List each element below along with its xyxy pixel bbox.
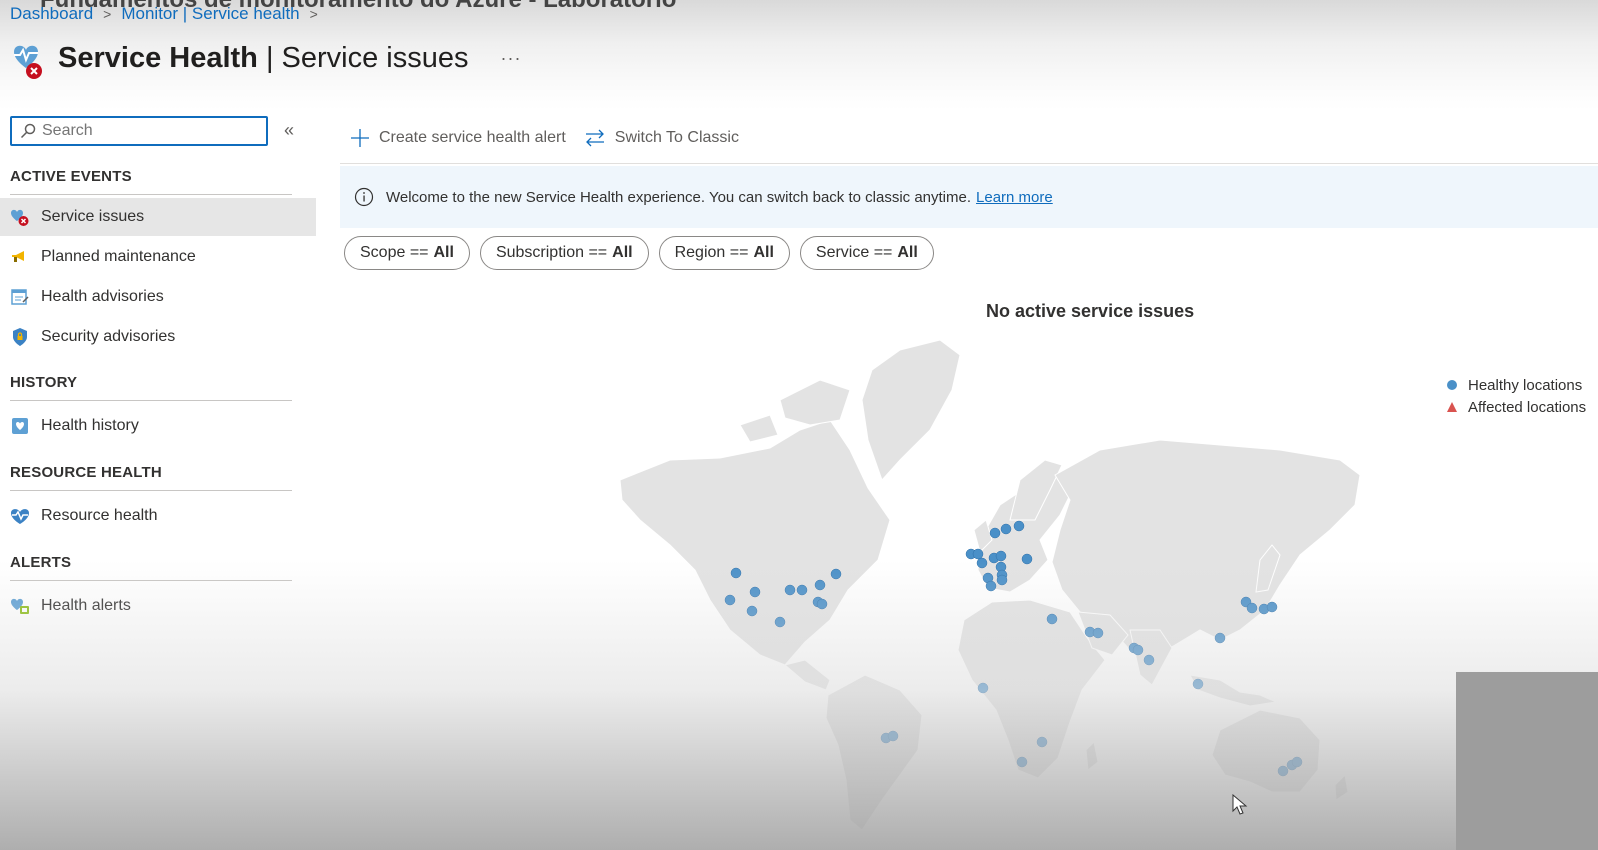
divider — [10, 400, 292, 401]
collapse-sidebar-button[interactable]: « — [284, 120, 294, 141]
page-header: Service Health | Service issues ··· — [10, 38, 522, 79]
sidebar-item-label: Health advisories — [41, 288, 164, 305]
search-input[interactable] — [42, 122, 242, 140]
divider — [10, 580, 292, 581]
banner-text: Welcome to the new Service Health experi… — [386, 188, 972, 206]
service-issues-icon — [10, 207, 30, 227]
affected-triangle-icon — [1447, 402, 1457, 412]
region-filter[interactable]: Region == All — [658, 236, 790, 270]
sidebar-item-planned-maintenance[interactable]: Planned maintenance — [0, 238, 316, 276]
section-heading-alerts: ALERTS — [10, 554, 72, 571]
sidebar-item-health-history[interactable]: Health history — [0, 407, 316, 445]
chevron-right-icon: > — [103, 6, 112, 22]
page-title: Service Health | Service issues — [58, 41, 469, 74]
world-map — [619, 339, 1361, 831]
health-alerts-icon — [10, 596, 30, 616]
heart-calendar-icon — [10, 416, 30, 436]
sidebar-item-label: Security advisories — [41, 328, 176, 345]
map-legend: Healthy locations Affected locations — [1446, 374, 1586, 418]
search-box[interactable] — [10, 116, 268, 146]
more-options-button[interactable]: ··· — [501, 48, 522, 69]
breadcrumb: Dashboard > Monitor | Service health > — [10, 4, 318, 24]
legend-affected: Affected locations — [1446, 396, 1586, 418]
healthy-dot-icon — [1447, 380, 1457, 390]
section-heading-active-events: ACTIVE EVENTS — [10, 168, 132, 185]
sidebar-item-resource-health[interactable]: Resource health — [0, 497, 316, 535]
sidebar-item-health-alerts[interactable]: Health alerts — [0, 587, 316, 625]
status-message: No active service issues — [986, 301, 1195, 321]
create-service-health-alert-button[interactable]: Create service health alert — [350, 128, 566, 148]
legend-healthy: Healthy locations — [1446, 374, 1586, 396]
sidebar-item-health-advisories[interactable]: Health advisories — [0, 278, 316, 316]
sidebar-item-security-advisories[interactable]: Security advisories — [0, 318, 316, 356]
divider — [1300, 624, 1598, 626]
sidebar-item-label: Resource health — [41, 507, 158, 524]
overlay-panel — [1456, 672, 1598, 850]
sidebar-item-service-issues[interactable]: Service issues — [0, 198, 316, 236]
breadcrumb-dashboard[interactable]: Dashboard — [10, 4, 93, 24]
command-bar: Create service health alert Switch To Cl… — [350, 128, 739, 148]
scope-filter[interactable]: Scope == All — [344, 236, 470, 270]
shield-icon — [10, 327, 30, 347]
sidebar-item-label: Planned maintenance — [41, 248, 196, 265]
sidebar-item-label: Health alerts — [41, 597, 131, 614]
learn-more-link[interactable]: Learn more — [976, 189, 1053, 206]
heartbeat-icon — [10, 506, 30, 526]
subscription-filter[interactable]: Subscription == All — [479, 236, 649, 270]
switch-to-classic-button[interactable]: Switch To Classic — [584, 128, 739, 148]
filter-pills: Scope == All Subscription == All Region ==… — [344, 236, 934, 270]
search-icon — [20, 123, 36, 139]
service-health-icon — [10, 38, 46, 79]
calendar-icon — [10, 287, 30, 307]
info-banner: Welcome to the new Service Health experi… — [340, 166, 1598, 228]
sidebar-item-label: Health history — [41, 417, 139, 434]
divider — [10, 490, 292, 491]
plus-icon — [351, 129, 369, 147]
divider — [340, 163, 1598, 164]
service-filter[interactable]: Service == All — [799, 236, 934, 270]
section-heading-resource-health: RESOURCE HEALTH — [10, 464, 162, 481]
switch-arrows-icon — [585, 129, 604, 147]
divider — [10, 194, 292, 195]
section-heading-history: HISTORY — [10, 374, 78, 391]
chevron-right-icon: > — [309, 6, 318, 22]
megaphone-icon — [10, 247, 30, 267]
info-icon — [354, 187, 374, 207]
sidebar-item-label: Service issues — [41, 208, 145, 225]
breadcrumb-monitor-service-health[interactable]: Monitor | Service health — [121, 4, 299, 24]
mouse-cursor-icon — [1232, 794, 1248, 815]
